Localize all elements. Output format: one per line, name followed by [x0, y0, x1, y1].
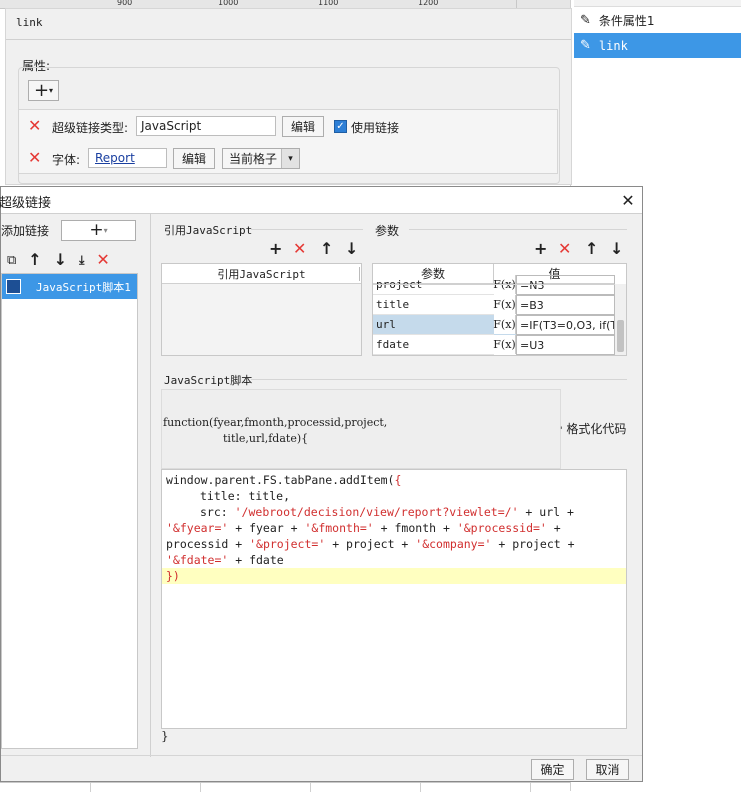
delete-icon[interactable]: ✕ — [28, 118, 41, 134]
function-header: function(fyear,fmonth,processid,project,… — [161, 389, 561, 469]
use-link-checkbox[interactable]: ✓ — [334, 120, 347, 133]
add-link-label: 添加链接 — [1, 224, 50, 238]
plus-icon: + — [33, 79, 50, 101]
link-list-item-label: JavaScript脚本1 — [36, 280, 131, 294]
param-value[interactable]: =B3 — [516, 295, 615, 315]
delete-icon[interactable]: ✕ — [558, 241, 571, 257]
hyperlink-dialog: 超级链接 ✕ 添加链接 + ▾ ⧉ ↑ ↓ ⤓ ✕ JavaScript脚本1 引… — [0, 186, 643, 782]
move-down-icon[interactable]: ↓ — [54, 252, 67, 268]
cell-scope-value: 当前格子 — [229, 152, 278, 166]
edit-pencil-icon: ✎ — [580, 38, 591, 53]
function-closing-brace: } — [161, 729, 169, 743]
edit-hyperlink-button[interactable]: 编辑 — [282, 116, 324, 137]
link-toolbar: ⧉ ↑ ↓ ⤓ ✕ — [1, 249, 137, 271]
formula-icon[interactable]: F(x) — [493, 295, 516, 314]
script-section-label: JavaScript脚本 — [164, 374, 253, 387]
plus-icon[interactable]: + — [269, 241, 282, 257]
move-down-icon[interactable]: ↓ — [345, 241, 358, 257]
param-value[interactable]: =IF(T3=0,O3, if(T — [516, 315, 615, 335]
hyperlink-type-field[interactable]: JavaScript — [136, 116, 276, 136]
formula-icon[interactable]: F(x) — [493, 315, 516, 334]
font-label: 字体: — [52, 153, 81, 167]
add-link-button[interactable]: + ▾ — [61, 220, 136, 241]
dialog-title: 超级链接 — [0, 196, 52, 211]
param-value[interactable]: =N3 — [516, 275, 615, 295]
link-list-item[interactable]: JavaScript脚本1 — [2, 274, 137, 299]
move-up-icon[interactable]: ↑ — [585, 241, 598, 257]
cell-scope-select[interactable]: 当前格子 ▾ — [222, 148, 300, 169]
move-down-icon[interactable]: ↓ — [610, 241, 623, 257]
font-preview-field[interactable]: Report — [88, 148, 167, 168]
function-signature: function(fyear,fmonth,processid,project, — [163, 416, 388, 429]
code-line: '&fyear=' + fyear + '&fmonth=' + fmonth … — [166, 521, 561, 535]
formula-icon[interactable]: F(x) — [493, 335, 516, 354]
format-code-button[interactable]: ' 格式化代码 — [560, 420, 626, 437]
copy-icon[interactable]: ⧉ — [7, 253, 16, 268]
edit-font-button[interactable]: 编辑 — [173, 148, 215, 169]
use-link-label: 使用链接 — [351, 121, 400, 135]
params-scrollbar[interactable] — [615, 284, 626, 355]
param-row[interactable]: fdate F(x) =U3 — [373, 335, 615, 355]
param-row[interactable]: project F(x) =N3 — [373, 275, 615, 295]
param-row-selected[interactable]: url F(x) =IF(T3=0,O3, if(T — [373, 315, 615, 335]
code-line: '&fdate=' + fdate — [166, 553, 284, 567]
ruler-scroll — [516, 0, 571, 8]
condition-item-label: 条件属性1 — [598, 14, 655, 28]
code-line: window.parent.FS.tabPane.addItem({ — [166, 473, 402, 487]
code-line-current: }) — [162, 568, 626, 584]
caret-down-icon: ▾ — [103, 226, 108, 235]
hyperlink-type-label: 超级链接类型: — [52, 121, 129, 135]
edit-pencil-icon: ✎ — [580, 13, 591, 28]
property-panel: link 属性: + ▾ ✕ 超级链接类型: JavaScript 编辑 ✓ 使用… — [5, 8, 572, 185]
params-section-label: 参数 — [375, 224, 400, 238]
link-list: JavaScript脚本1 — [1, 273, 138, 749]
cancel-button[interactable]: 取消 — [586, 759, 629, 780]
ref-js-column-header: 引用JavaScript — [162, 264, 361, 284]
code-line: title: title, — [200, 489, 291, 503]
param-name[interactable]: title — [373, 295, 494, 315]
params-table: 参数 值 project F(x) =N3 title F(x) =B3 url… — [372, 263, 627, 356]
ref-js-section-label: 引用JavaScript — [164, 224, 253, 237]
add-property-button[interactable]: + ▾ — [28, 80, 59, 101]
dialog-titlebar — [1, 187, 642, 214]
ruler-tick: 1200 — [418, 0, 439, 7]
script-editor[interactable]: window.parent.FS.tabPane.addItem({ title… — [161, 469, 627, 729]
condition-name[interactable]: link — [16, 16, 43, 29]
param-name[interactable]: project — [373, 275, 494, 295]
condition-item-label: link — [598, 38, 628, 53]
script-icon — [6, 279, 21, 294]
delete-icon[interactable]: ✕ — [28, 150, 41, 166]
delete-icon[interactable]: ✕ — [293, 241, 306, 257]
condition-item[interactable]: ✎ 条件属性1 — [574, 8, 741, 33]
close-icon[interactable]: ✕ — [617, 189, 639, 211]
caret-down-icon: ▾ — [49, 86, 54, 95]
font-preview-text: Report — [95, 151, 135, 165]
param-value[interactable]: =U3 — [516, 335, 615, 355]
ref-js-table: 引用JavaScript — [161, 263, 362, 356]
move-up-icon[interactable]: ↑ — [28, 252, 41, 268]
param-row[interactable]: title F(x) =B3 — [373, 295, 615, 315]
ruler-tick: 1100 — [318, 0, 339, 7]
plus-icon: + — [89, 220, 104, 240]
condition-toolbar — [574, 0, 741, 7]
move-bottom-icon[interactable]: ⤓ — [79, 252, 84, 268]
chevron-down-icon: ▾ — [281, 149, 299, 168]
param-name[interactable]: url — [373, 315, 494, 335]
condition-item-selected[interactable]: ✎ link — [574, 33, 741, 58]
ruler-tick: 900 — [117, 0, 133, 7]
tick-mark-icon: ' — [560, 426, 563, 436]
scrollbar-thumb[interactable] — [617, 320, 624, 352]
function-signature: title,url,fdate){ — [223, 432, 309, 445]
ok-button[interactable]: 确定 — [531, 759, 574, 780]
format-code-label: 格式化代码 — [566, 422, 627, 436]
move-up-icon[interactable]: ↑ — [320, 241, 333, 257]
code-line: src: '/webroot/decision/view/report?view… — [200, 505, 574, 519]
ruler-tick: 1000 — [218, 0, 239, 7]
split-divider[interactable] — [150, 213, 151, 757]
delete-icon[interactable]: ✕ — [96, 252, 109, 268]
param-name[interactable]: fdate — [373, 335, 494, 355]
plus-icon[interactable]: + — [534, 241, 547, 257]
code-line: processid + '&project=' + project + '&co… — [166, 537, 575, 551]
